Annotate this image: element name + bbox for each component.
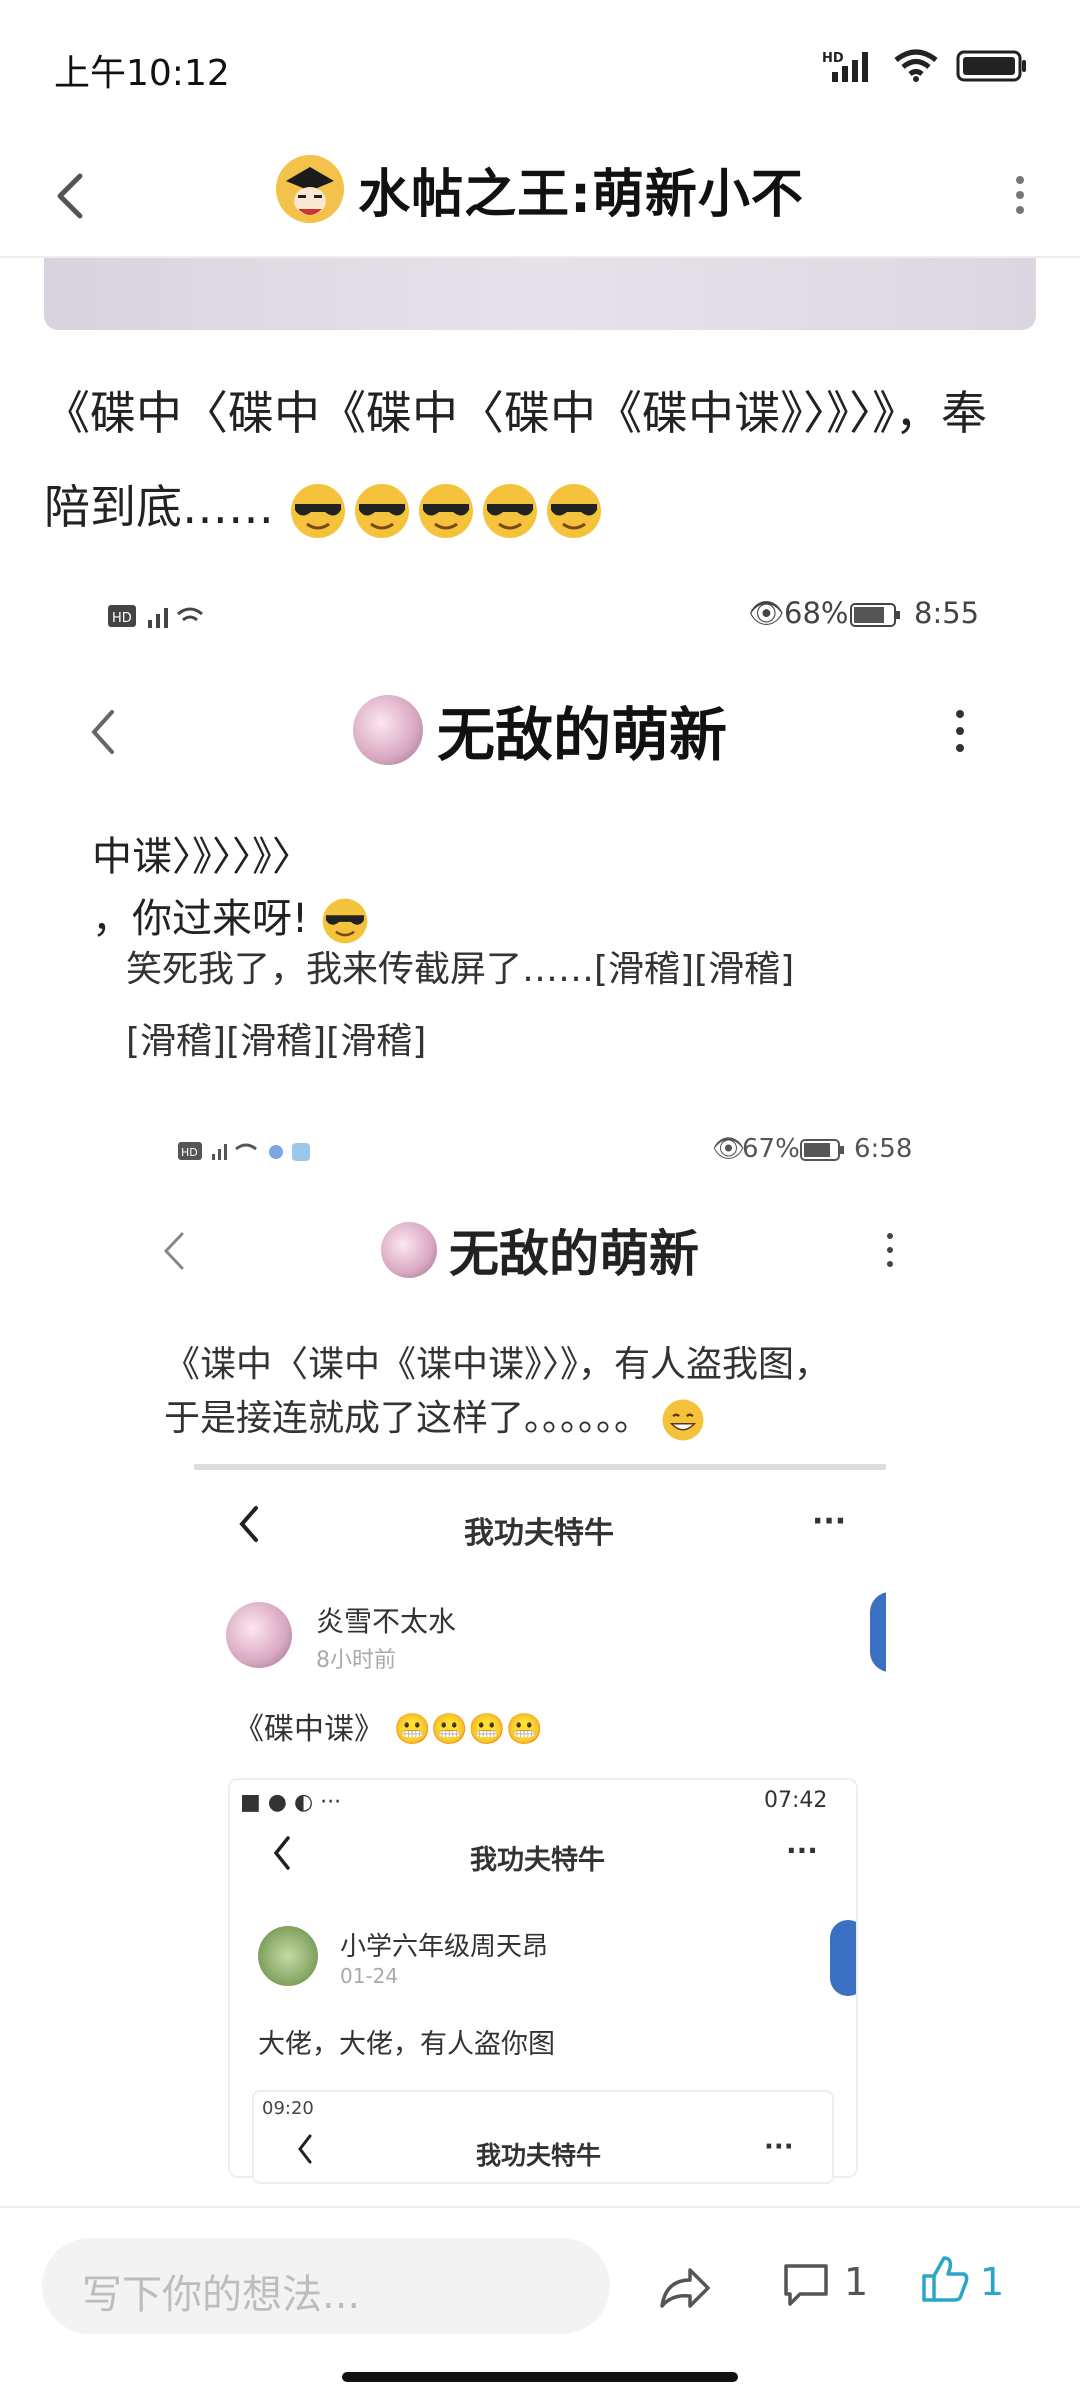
clipped-text-fragment: ▔▔▔▔▔▔▔▔▔▔▔▔▔▔▔▔▔▔▔▔ xyxy=(92,792,992,818)
sunglasses-emoji-icon xyxy=(290,483,345,538)
comment-input[interactable]: 写下你的想法... xyxy=(42,2238,610,2334)
embedded-text-block-2: 笑死我了，我来传截屏了……[滑稽][滑稽] [滑稽][滑稽][滑稽] xyxy=(126,948,794,1072)
battery-icon xyxy=(956,50,1026,82)
embedded-screenshot-5: 09:20 我功夫特牛 ··· xyxy=(252,2090,834,2184)
embedded-text-line: 《谍中〈谍中《谍中谍》〉》，有人盗我图， xyxy=(164,1344,831,1385)
embedded-title: 无敌的萌新 xyxy=(436,701,727,769)
sunglasses-emoji-icon xyxy=(546,483,601,538)
embedded-post-text: 大佬，大佬，有人盗你图 xyxy=(258,2029,555,2060)
embedded-text-line: 中谍〉》〉〉》〉 xyxy=(92,834,312,880)
post-content: 《碟中〈碟中《碟中〈碟中《碟中谍》〉》〉》，奉 陪到底…… xyxy=(44,366,1034,554)
embedded-title: 无敌的萌新 xyxy=(449,1225,699,1283)
share-icon[interactable] xyxy=(656,2262,712,2314)
svg-text:HD: HD xyxy=(181,1146,198,1159)
embedded-status-left: ■ ● ◐ ··· xyxy=(240,1790,342,1815)
sunglasses-emoji-icon xyxy=(418,483,473,538)
embedded-battery-icon xyxy=(800,1139,844,1161)
comment-count[interactable]: 1 xyxy=(844,2260,868,2304)
status-icons: HD xyxy=(822,44,1028,88)
clipped-status-edge xyxy=(194,1464,886,1470)
more-options-icon[interactable] xyxy=(1000,160,1040,230)
embedded-status-bar-2: HD 👁 67% 6:58 xyxy=(178,1134,912,1170)
embedded-signal-icon: HD xyxy=(108,605,203,628)
embedded-back-icon xyxy=(239,1506,258,1542)
embedded-title: 我功夫特牛 xyxy=(476,2141,602,2170)
sunglasses-emoji-icon xyxy=(354,483,409,538)
top-bar: 水帖之王:萌新小不 xyxy=(0,130,1080,258)
home-indicator[interactable] xyxy=(342,2372,738,2382)
embedded-status-bar: HD 👁 68% 8:55 xyxy=(108,596,980,636)
embedded-text-line: 于是接连就成了这样了。。。。。。 xyxy=(164,1398,651,1439)
embedded-battery-icon xyxy=(850,603,900,627)
embedded-battery-percent: 67% xyxy=(742,1134,800,1164)
embedded-text-block-3: 《谍中〈谍中《谍中谍》〉》，有人盗我图， 于是接连就成了这样了。。。。。。 xyxy=(164,1338,924,1446)
embedded-post-time: 8小时前 xyxy=(316,1648,396,1673)
embedded-text-line-with-emoji: 于是接连就成了这样了。。。。。。 xyxy=(164,1392,924,1446)
embedded-more-icon: ··· xyxy=(812,1504,847,1539)
embedded-avatar xyxy=(381,1222,437,1278)
embedded-more-icon: ··· xyxy=(764,2132,794,2162)
embedded-title: 我功夫特牛 xyxy=(464,1516,614,1551)
embedded-time: 09:20 xyxy=(262,2098,314,2119)
post-line-1: 《碟中〈碟中《碟中〈碟中《碟中谍》〉》〉》，奉 xyxy=(44,386,987,440)
grin-emoji-icon xyxy=(662,1399,704,1441)
post-image-fragment[interactable] xyxy=(44,258,1036,330)
embedded-eye-icon: 👁 xyxy=(748,596,785,630)
embedded-mascot-fragment xyxy=(830,1920,856,1996)
embedded-mascot-fragment xyxy=(870,1592,886,1672)
comment-input-placeholder: 写下你的想法... xyxy=(82,2272,361,2318)
embedded-avatar xyxy=(352,695,423,765)
embedded-title-area: 无敌的萌新 xyxy=(150,1210,930,1290)
embedded-avatar xyxy=(226,1602,292,1668)
post-line-2-text: 陪到底…… xyxy=(44,480,274,534)
embedded-top-bar: 无敌的萌新 xyxy=(70,682,1010,778)
embedded-title: 我功夫特牛 xyxy=(470,1845,605,1876)
status-time: 上午10:12 xyxy=(54,53,230,94)
embedded-eye-icon: 👁 xyxy=(712,1134,746,1164)
embedded-avatar xyxy=(258,1926,318,1986)
sunglasses-emoji-icon xyxy=(322,898,368,944)
avatar[interactable] xyxy=(276,155,345,223)
embedded-top-bar-2: 无敌的萌新 xyxy=(150,1210,930,1290)
embedded-back-icon xyxy=(273,1836,290,1870)
page-title: 水帖之王:萌新小不 xyxy=(358,164,804,225)
comment-icon[interactable] xyxy=(782,2260,830,2308)
embedded-post-text-value: 《碟中谍》 xyxy=(234,1712,384,1747)
like-count[interactable]: 1 xyxy=(980,2260,1004,2304)
embedded-text-block: 中谍〉》〉〉》〉 ，你过来呀! xyxy=(92,826,375,950)
embedded-more-icon xyxy=(887,1233,893,1267)
signal-icon: HD xyxy=(822,51,868,82)
wifi-icon xyxy=(894,49,938,82)
embedded-time: 8:55 xyxy=(914,596,980,630)
post-line-2: 陪到底…… xyxy=(44,460,1034,554)
embedded-username: 小学六年级周天昂 xyxy=(340,1932,549,1962)
embedded-text-line: ，你过来呀! xyxy=(92,896,309,942)
embedded-battery-percent: 68% xyxy=(784,596,849,630)
svg-text:HD: HD xyxy=(822,51,844,66)
embedded-post-date: 01-24 xyxy=(340,1964,399,1988)
embedded-more-icon xyxy=(956,710,964,752)
embedded-text-line: [滑稽][滑稽][滑稽] xyxy=(126,1021,427,1062)
embedded-text-line: 笑死我了，我来传截屏了……[滑稽][滑稽] xyxy=(126,949,795,990)
embedded-back-icon xyxy=(298,2134,312,2164)
embedded-more-icon: ··· xyxy=(786,1834,818,1867)
status-bar: 上午10:12 HD xyxy=(0,0,1080,130)
embedded-signal-icon: HD xyxy=(178,1142,310,1161)
title-area: 水帖之王:萌新小不 xyxy=(0,144,1080,234)
sunglasses-emoji-icon xyxy=(482,483,537,538)
embedded-post-text: 《碟中谍》 😬😬😬😬 xyxy=(234,1712,543,1747)
embedded-time: 07:42 xyxy=(764,1788,828,1813)
embedded-title-area: 无敌的萌新 xyxy=(70,682,1010,778)
embedded-username: 炎雪不太水 xyxy=(316,1605,457,1638)
like-icon[interactable] xyxy=(920,2254,970,2304)
svg-text:HD: HD xyxy=(112,611,132,626)
embedded-time: 6:58 xyxy=(854,1134,913,1164)
